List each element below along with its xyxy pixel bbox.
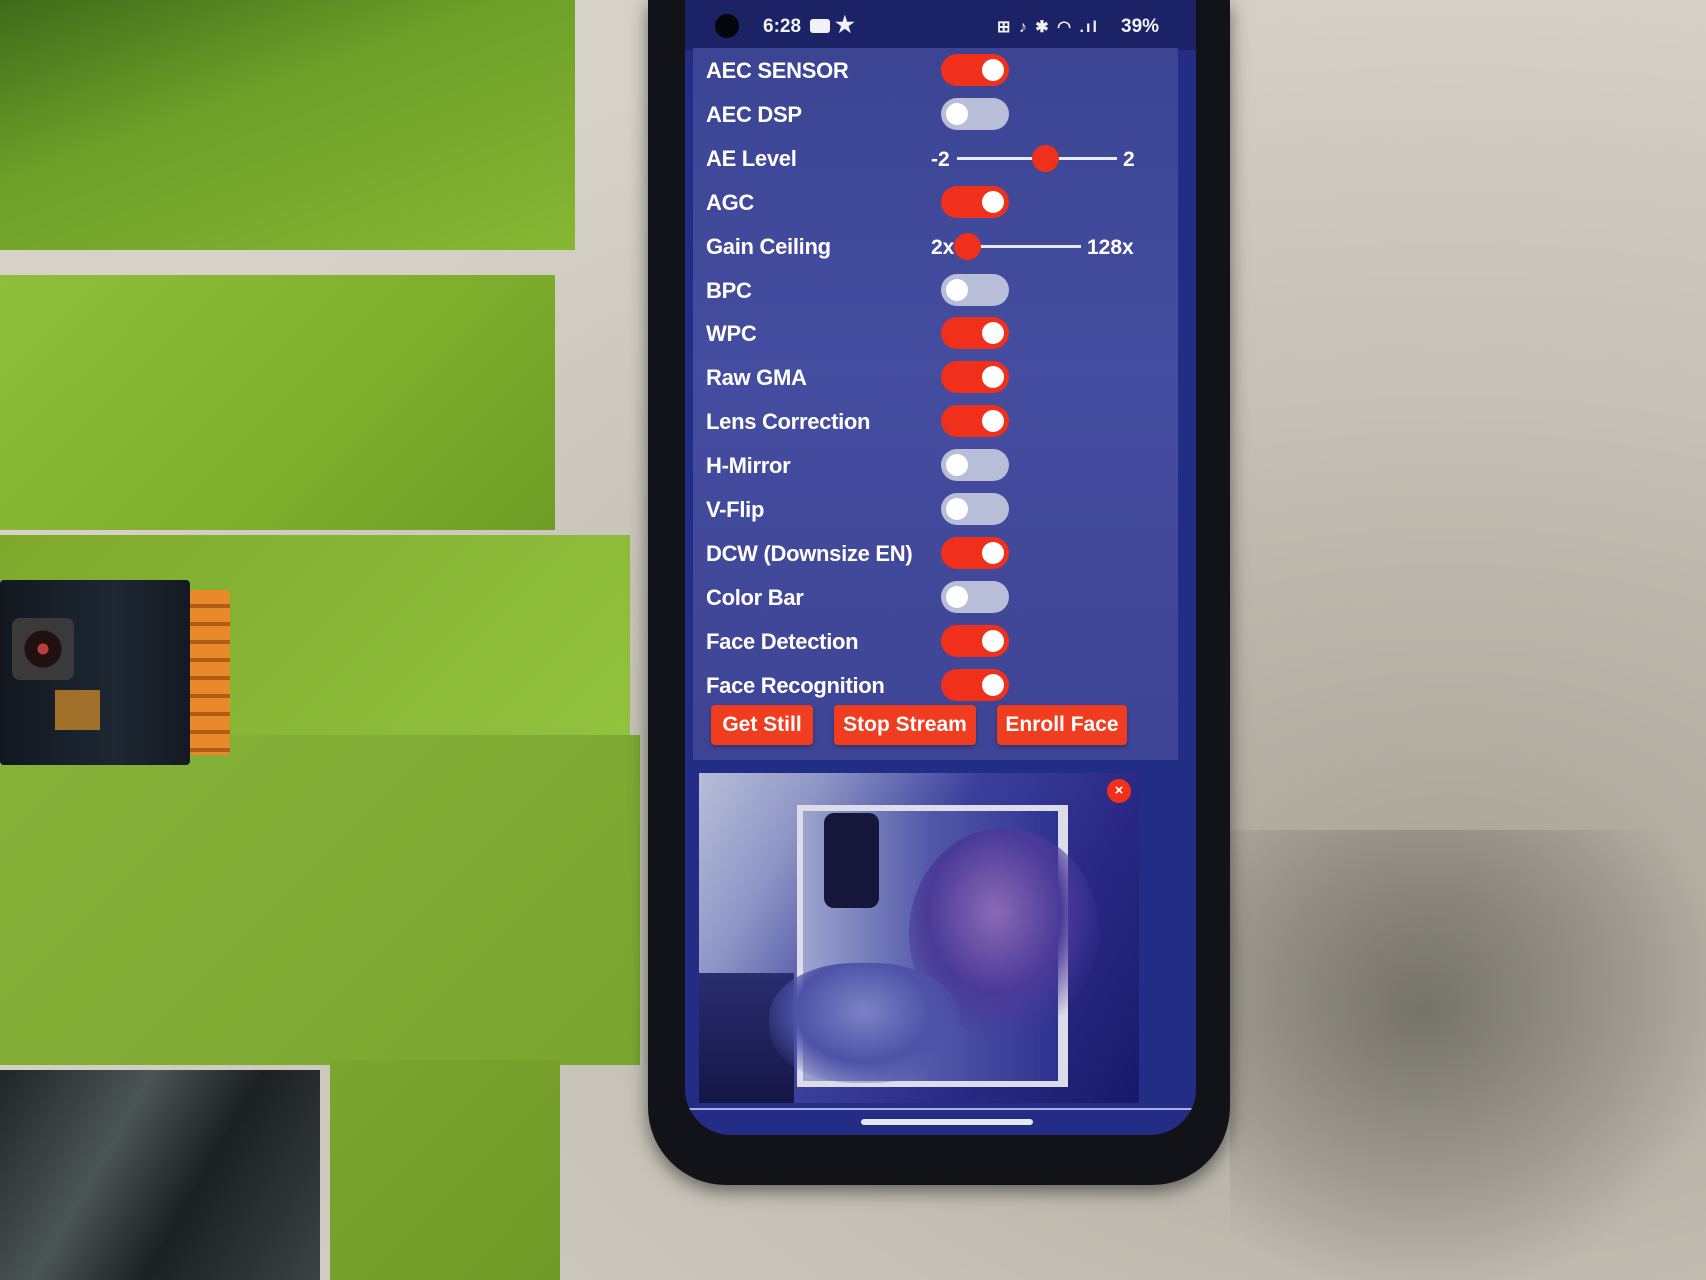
toggle-knob <box>946 102 968 125</box>
toggle-knob <box>982 322 1004 345</box>
ribbon-cable <box>55 690 100 730</box>
setting-row: H-Mirror <box>693 445 1178 485</box>
toggle-switch[interactable] <box>941 449 1009 482</box>
setting-row: Face Detection <box>693 621 1178 661</box>
toggle-knob <box>946 278 968 301</box>
range-slider[interactable]: -2 2 <box>693 142 1178 174</box>
toggle-switch[interactable] <box>941 536 1009 569</box>
toggle-knob <box>982 629 1004 652</box>
toggle-switch[interactable] <box>941 361 1009 394</box>
battery-percent: 39% <box>1121 16 1160 37</box>
video-stream <box>699 773 1139 1103</box>
toggle-switch[interactable] <box>941 668 1009 701</box>
setting-row: AEC SENSOR <box>693 50 1178 90</box>
setting-row: Gain Ceiling 2x 128x <box>693 226 1178 266</box>
home-indicator[interactable] <box>861 1119 1033 1125</box>
setting-label: V-Flip <box>706 497 765 522</box>
stream-hand <box>769 963 959 1083</box>
toggle-knob <box>946 585 968 608</box>
range-slider[interactable]: 2x 128x <box>693 230 1178 262</box>
setting-row: Raw GMA <box>693 357 1178 397</box>
green-tape <box>330 1060 560 1280</box>
setting-label: AEC DSP <box>706 101 802 127</box>
slider-max-label: 128x <box>1087 235 1134 259</box>
camera-board <box>0 580 190 765</box>
setting-row: Lens Correction <box>693 401 1178 441</box>
toggle-switch[interactable] <box>941 493 1009 525</box>
close-stream-icon[interactable]: × <box>1107 779 1131 803</box>
slider-thumb[interactable] <box>954 232 981 260</box>
setting-label: Color Bar <box>706 584 804 610</box>
toggle-knob <box>982 410 1004 433</box>
setting-label: AEC SENSOR <box>706 58 849 83</box>
nav-divider <box>685 1108 1196 1110</box>
toggle-switch[interactable] <box>941 97 1009 130</box>
setting-row: WPC <box>693 313 1178 353</box>
get-still-button[interactable]: Get Still <box>711 705 813 745</box>
toggle-knob <box>982 541 1004 564</box>
toggle-switch[interactable] <box>941 273 1009 306</box>
setting-row: AEC DSP <box>693 94 1178 134</box>
setting-label: DCW (Downsize EN) <box>706 540 913 566</box>
toggle-knob <box>946 498 968 520</box>
toggle-knob <box>982 59 1004 81</box>
status-bar: 6:28 ★ ⊞ ♪ ✱ ◠ .ıl 39% <box>685 0 1196 50</box>
setting-label: Raw GMA <box>706 365 807 391</box>
toggle-switch[interactable] <box>941 405 1009 438</box>
setting-label: WPC <box>706 321 757 347</box>
toggle-knob <box>946 454 968 477</box>
setting-row: AE Level -2 2 <box>693 138 1178 178</box>
green-tape <box>0 0 575 250</box>
setting-label: BPC <box>706 277 752 303</box>
setting-row: Face Recognition <box>693 665 1178 705</box>
status-icons: ⊞ ♪ ✱ ◠ .ıl <box>997 19 1099 36</box>
status-time: 6:28 <box>763 16 802 37</box>
slider-min-label: 2x <box>931 235 955 259</box>
stop-stream-button[interactable]: Stop Stream <box>834 705 976 745</box>
setting-row: DCW (Downsize EN) <box>693 533 1178 573</box>
toggle-switch[interactable] <box>941 624 1009 657</box>
toggle-knob <box>982 673 1004 696</box>
camera-lens <box>12 618 74 680</box>
setting-row: Color Bar <box>693 577 1178 617</box>
setting-label: AGC <box>706 189 754 215</box>
youtube-icon <box>810 19 830 33</box>
pin-header <box>190 590 230 755</box>
star-icon: ★ <box>835 12 855 37</box>
setting-label: Lens Correction <box>706 409 871 435</box>
toggle-switch[interactable] <box>941 317 1009 350</box>
toggle-switch[interactable] <box>941 580 1009 613</box>
settings-panel: Get Still Stop Stream Enroll Face AEC SE… <box>693 48 1178 760</box>
toggle-knob <box>982 366 1004 389</box>
shadow <box>1230 830 1706 1280</box>
slider-max-label: 2 <box>1123 147 1135 171</box>
stream-object <box>824 813 879 908</box>
setting-label: H-Mirror <box>706 453 791 479</box>
setting-row: V-Flip <box>693 489 1178 529</box>
setting-label: Face Recognition <box>706 672 885 698</box>
setting-label: Face Detection <box>706 628 859 654</box>
front-camera <box>715 14 739 38</box>
setting-row: AGC <box>693 182 1178 222</box>
phone-screen: 6:28 ★ ⊞ ♪ ✱ ◠ .ıl 39% Get Still Stop St… <box>685 0 1196 1135</box>
toggle-switch[interactable] <box>941 185 1009 218</box>
plastic-bag <box>0 1070 320 1280</box>
toggle-knob <box>982 190 1004 213</box>
green-tape <box>0 735 640 1065</box>
slider-min-label: -2 <box>931 147 950 171</box>
green-tape <box>0 275 555 530</box>
toggle-switch[interactable] <box>941 54 1009 86</box>
enroll-face-button[interactable]: Enroll Face <box>997 705 1127 745</box>
slider-thumb[interactable] <box>1031 144 1059 172</box>
setting-row: BPC <box>693 270 1178 310</box>
